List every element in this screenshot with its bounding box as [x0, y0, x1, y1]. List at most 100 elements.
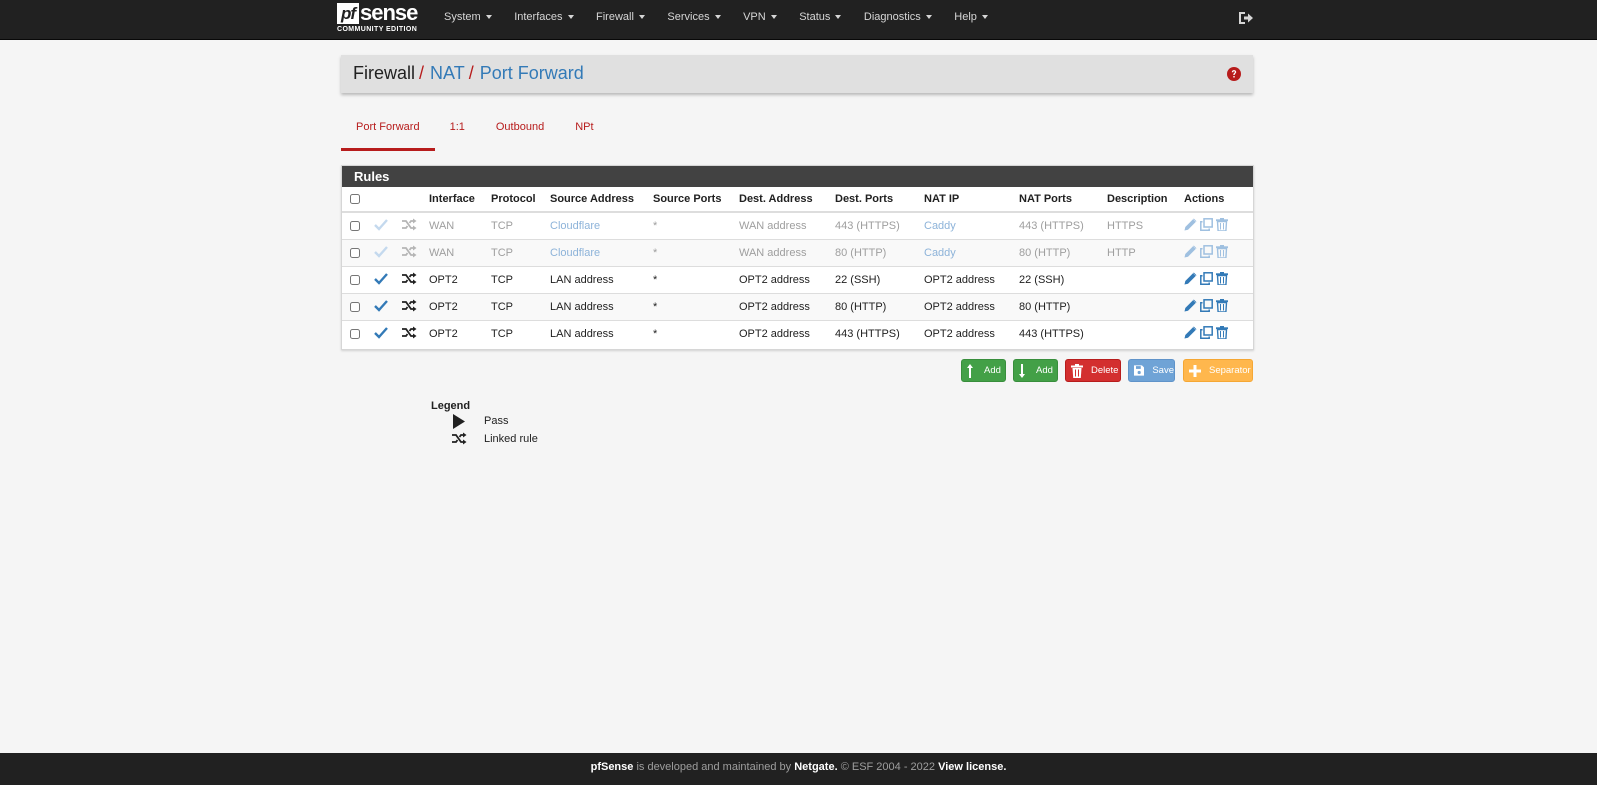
cell-nat-ip: OPT2 address [920, 320, 1015, 347]
check-icon[interactable] [374, 326, 388, 342]
save-button[interactable]: Save [1128, 359, 1175, 382]
cell-interface: OPT2 [425, 320, 487, 347]
select-all-checkbox[interactable] [350, 194, 360, 205]
cell-actions [1180, 320, 1253, 347]
row-checkbox[interactable] [350, 248, 360, 259]
pencil-icon[interactable] [1184, 299, 1197, 315]
menu-label: Interfaces [514, 11, 563, 23]
cell-source-ports: * [649, 293, 735, 321]
pfsense-logo[interactable]: pf sense COMMUNITY EDITION [337, 0, 423, 35]
table-row[interactable]: WAN TCP Cloudflare * WAN address 443 (HTTPS) C… [342, 211, 1253, 240]
menu-firewall[interactable]: Firewall [588, 0, 659, 39]
pencil-icon[interactable] [1184, 245, 1197, 261]
header-linked [398, 187, 425, 213]
menu-label: System [444, 11, 481, 23]
cell-actions [1180, 266, 1253, 294]
cell-source-address: LAN address [546, 320, 649, 347]
header-dest-address[interactable]: Dest. Address [735, 187, 831, 213]
delete-button[interactable]: Delete [1065, 359, 1121, 382]
table-row[interactable]: WAN TCP Cloudflare * WAN address 80 (HTTP) Cad… [342, 239, 1253, 267]
cell-dest-address: OPT2 address [735, 293, 831, 321]
header-description[interactable]: Description [1103, 187, 1180, 213]
question-circle-icon[interactable] [1227, 67, 1241, 81]
legend-pass-label: Pass [484, 415, 509, 427]
menu-interfaces[interactable]: Interfaces [506, 0, 588, 39]
header-nat-ports[interactable]: NAT Ports [1015, 187, 1103, 213]
clone-icon[interactable] [1200, 299, 1213, 315]
breadcrumb-port-forward[interactable]: Port Forward [480, 63, 584, 83]
check-icon[interactable] [374, 299, 388, 315]
check-icon[interactable] [374, 272, 388, 288]
header-nat-ip[interactable]: NAT IP [920, 187, 1015, 213]
legend-title: Legend [431, 400, 471, 412]
trash-icon[interactable] [1216, 326, 1228, 342]
cell-source-ports: * [649, 239, 735, 267]
row-checkbox[interactable] [350, 221, 360, 232]
menu-vpn[interactable]: VPN [735, 0, 791, 39]
rules-table: Interface Protocol Source Address Source… [342, 187, 1253, 347]
pencil-icon[interactable] [1184, 272, 1197, 288]
footer-license-link[interactable]: View license. [938, 761, 1006, 773]
menu-status[interactable]: Status [791, 0, 856, 39]
row-checkbox[interactable] [350, 302, 360, 313]
cell-dest-ports: 443 (HTTPS) [831, 211, 920, 240]
cell-source-address[interactable]: Cloudflare [546, 239, 649, 267]
clone-icon[interactable] [1200, 218, 1213, 234]
cell-linked [398, 266, 425, 294]
cell-status [368, 211, 398, 240]
trash-icon[interactable] [1216, 272, 1228, 288]
menu-diagnostics[interactable]: Diagnostics [856, 0, 946, 39]
cell-protocol: TCP [487, 211, 546, 240]
header-actions: Actions [1180, 187, 1253, 213]
table-row[interactable]: OPT2 TCP LAN address * OPT2 address 80 (HTTP)… [342, 293, 1253, 321]
add-rule-top-button[interactable]: Add [961, 359, 1006, 382]
tab-npt[interactable]: NPt [560, 116, 609, 148]
clone-icon[interactable] [1200, 326, 1213, 342]
cell-nat-ip[interactable]: Caddy [920, 211, 1015, 240]
trash-icon[interactable] [1216, 218, 1228, 234]
breadcrumb-nat[interactable]: NAT [430, 63, 465, 83]
logo-sense-text: sense [360, 0, 418, 25]
play-icon [453, 414, 465, 429]
check-icon[interactable] [374, 218, 388, 234]
cell-dest-address: OPT2 address [735, 320, 831, 347]
header-interface[interactable]: Interface [425, 187, 487, 213]
tab-port-forward[interactable]: Port Forward [341, 116, 435, 151]
pencil-icon[interactable] [1184, 218, 1197, 234]
pencil-icon[interactable] [1184, 326, 1197, 342]
clone-icon[interactable] [1200, 245, 1213, 261]
row-checkbox[interactable] [350, 329, 360, 340]
trash-icon[interactable] [1216, 245, 1228, 261]
cell-source-address[interactable]: Cloudflare [546, 211, 649, 240]
header-source-address[interactable]: Source Address [546, 187, 649, 213]
cell-status [368, 293, 398, 321]
check-icon[interactable] [374, 245, 388, 261]
menu-label: Status [799, 11, 831, 23]
trash-icon[interactable] [1216, 299, 1228, 315]
add-separator-button[interactable]: Separator [1183, 359, 1253, 382]
cell-nat-ip[interactable]: Caddy [920, 239, 1015, 267]
tab-one-to-one[interactable]: 1:1 [435, 116, 481, 148]
footer-text-1: is developed and maintained by [633, 761, 795, 773]
header-protocol[interactable]: Protocol [487, 187, 546, 213]
cell-nat-ip: OPT2 address [920, 293, 1015, 321]
tab-outbound[interactable]: Outbound [481, 116, 560, 148]
add-rule-bottom-button[interactable]: Add [1013, 359, 1058, 382]
header-source-ports[interactable]: Source Ports [649, 187, 735, 213]
random-linked-icon [402, 299, 417, 315]
logo-pf-box: pf [337, 3, 359, 24]
cell-source-ports: * [649, 320, 735, 347]
menu-system[interactable]: System [436, 0, 506, 39]
clone-icon[interactable] [1200, 272, 1213, 288]
cell-interface: WAN [425, 211, 487, 240]
menu-services[interactable]: Services [659, 0, 735, 39]
cell-linked [398, 211, 425, 240]
sign-out-icon[interactable] [1238, 11, 1254, 25]
table-row[interactable]: OPT2 TCP LAN address * OPT2 address 22 (SSH) O… [342, 266, 1253, 294]
footer-netgate-link[interactable]: Netgate. [794, 761, 837, 773]
row-checkbox[interactable] [350, 275, 360, 286]
menu-help[interactable]: Help [946, 0, 1002, 39]
table-row[interactable]: OPT2 TCP LAN address * OPT2 address 443 (HTTP… [342, 320, 1253, 347]
rules-panel: Rules Interface Protocol Source Address … [341, 165, 1254, 350]
header-dest-ports[interactable]: Dest. Ports [831, 187, 920, 213]
